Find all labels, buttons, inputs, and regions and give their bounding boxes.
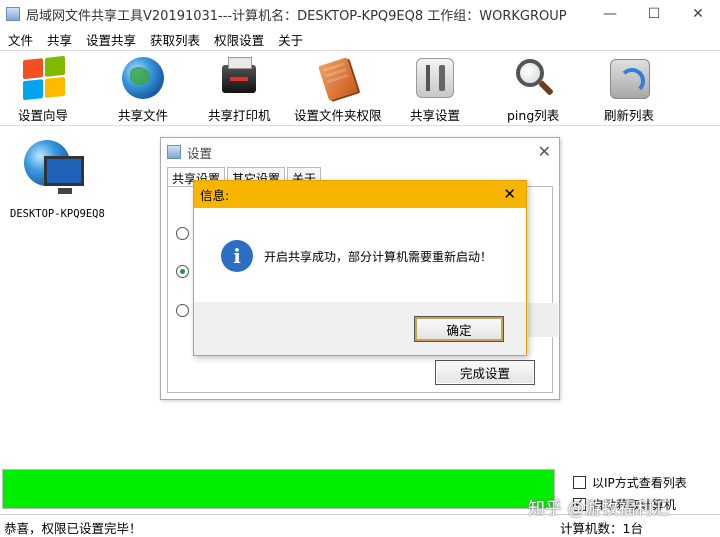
settings-dialog-title: 设置 bbox=[187, 145, 213, 161]
folder-permissions-button[interactable]: 设置文件夹权限 bbox=[294, 51, 382, 127]
info-dialog: 信息: ✕ i 开启共享成功，部分计算机需要重新启动！ 确定 bbox=[193, 180, 527, 356]
tools-icon bbox=[412, 55, 458, 101]
setup-wizard-button[interactable]: 设置向导 bbox=[18, 51, 68, 127]
panel-shaded-area bbox=[528, 303, 558, 337]
toolbar-label: 共享设置 bbox=[410, 108, 461, 123]
app-icon bbox=[6, 7, 20, 21]
globe-icon bbox=[120, 55, 166, 101]
progress-fill bbox=[3, 470, 554, 508]
info-close-icon[interactable]: ✕ bbox=[503, 185, 516, 203]
toolbar-label: 刷新列表 bbox=[604, 108, 655, 123]
settings-close-icon[interactable]: ✕ bbox=[538, 142, 551, 161]
ok-button[interactable]: 确定 bbox=[414, 316, 504, 342]
computer-list-item[interactable]: DESKTOP-KPQ9EQ8 bbox=[10, 138, 110, 220]
minimize-button[interactable]: — bbox=[588, 0, 632, 28]
share-option-radio-2[interactable] bbox=[176, 265, 189, 278]
status-message: 恭喜，权限已设置完毕！ bbox=[4, 521, 142, 536]
toolbar-label: 设置向导 bbox=[18, 108, 69, 123]
ip-view-label: 以IP方式查看列表 bbox=[592, 476, 687, 490]
menu-file[interactable]: 文件 bbox=[0, 30, 40, 49]
menu-bar: 文件 共享 设置共享 获取列表 权限设置 关于 bbox=[0, 28, 720, 50]
info-dialog-title: 信息: bbox=[200, 188, 230, 203]
folder-book-icon bbox=[315, 55, 361, 101]
close-button[interactable]: ✕ bbox=[676, 0, 720, 28]
dialog-app-icon bbox=[167, 145, 181, 159]
info-icon: i bbox=[221, 240, 253, 272]
refresh-list-button[interactable]: 刷新列表 bbox=[604, 51, 654, 127]
share-option-radio-1[interactable] bbox=[176, 227, 189, 240]
toolbar-label: ping列表 bbox=[507, 108, 560, 123]
window-title: 局域网文件共享工具V20191031---计算机名：DESKTOP-KPQ9EQ… bbox=[26, 8, 567, 24]
menu-about[interactable]: 关于 bbox=[271, 30, 310, 49]
share-settings-button[interactable]: 共享设置 bbox=[410, 51, 460, 127]
share-printer-button[interactable]: 共享打印机 bbox=[208, 51, 271, 127]
printer-icon bbox=[216, 55, 262, 101]
computer-name: DESKTOP-KPQ9EQ8 bbox=[10, 208, 105, 220]
maximize-button[interactable]: ☐ bbox=[632, 0, 676, 28]
menu-share[interactable]: 共享 bbox=[40, 30, 79, 49]
menu-permissions[interactable]: 权限设置 bbox=[207, 30, 271, 49]
refresh-icon bbox=[606, 55, 652, 101]
menu-set-share[interactable]: 设置共享 bbox=[79, 30, 143, 49]
computer-count: 计算机数：1台 bbox=[560, 521, 643, 536]
share-option-radio-3[interactable] bbox=[176, 304, 189, 317]
info-message: 开启共享成功，部分计算机需要重新启动！ bbox=[264, 250, 493, 264]
toolbar-label: 共享打印机 bbox=[208, 108, 271, 123]
toolbar-label: 设置文件夹权限 bbox=[294, 108, 382, 123]
window-controls: — ☐ ✕ bbox=[588, 0, 720, 28]
windows-logo-icon bbox=[20, 55, 66, 101]
app-window: 局域网文件共享工具V20191031---计算机名：DESKTOP-KPQ9EQ… bbox=[0, 0, 720, 537]
finish-settings-button[interactable]: 完成设置 bbox=[435, 360, 535, 385]
info-dialog-body: i 开启共享成功，部分计算机需要重新启动！ bbox=[194, 208, 526, 302]
magnifier-icon bbox=[510, 55, 556, 101]
ip-view-option[interactable]: 以IP方式查看列表 bbox=[573, 474, 687, 491]
info-dialog-titlebar: 信息: ✕ bbox=[194, 181, 526, 208]
settings-dialog-titlebar: 设置 ✕ bbox=[161, 138, 559, 166]
toolbar-label: 共享文件 bbox=[118, 108, 169, 123]
share-files-button[interactable]: 共享文件 bbox=[118, 51, 168, 127]
watermark: 知乎 @游牧福利汇 bbox=[528, 499, 670, 519]
network-computer-icon bbox=[24, 138, 84, 198]
title-bar: 局域网文件共享工具V20191031---计算机名：DESKTOP-KPQ9EQ… bbox=[0, 0, 720, 28]
ping-list-button[interactable]: ping列表 bbox=[507, 51, 559, 127]
menu-get-list[interactable]: 获取列表 bbox=[143, 30, 207, 49]
toolbar: 设置向导 共享文件 共享打印机 设置文件夹权限 共享设置 ping列表 刷新列表 bbox=[0, 50, 720, 126]
ip-view-checkbox[interactable] bbox=[573, 476, 586, 489]
info-dialog-footer: 确定 bbox=[194, 302, 526, 355]
progress-bar bbox=[2, 469, 555, 509]
